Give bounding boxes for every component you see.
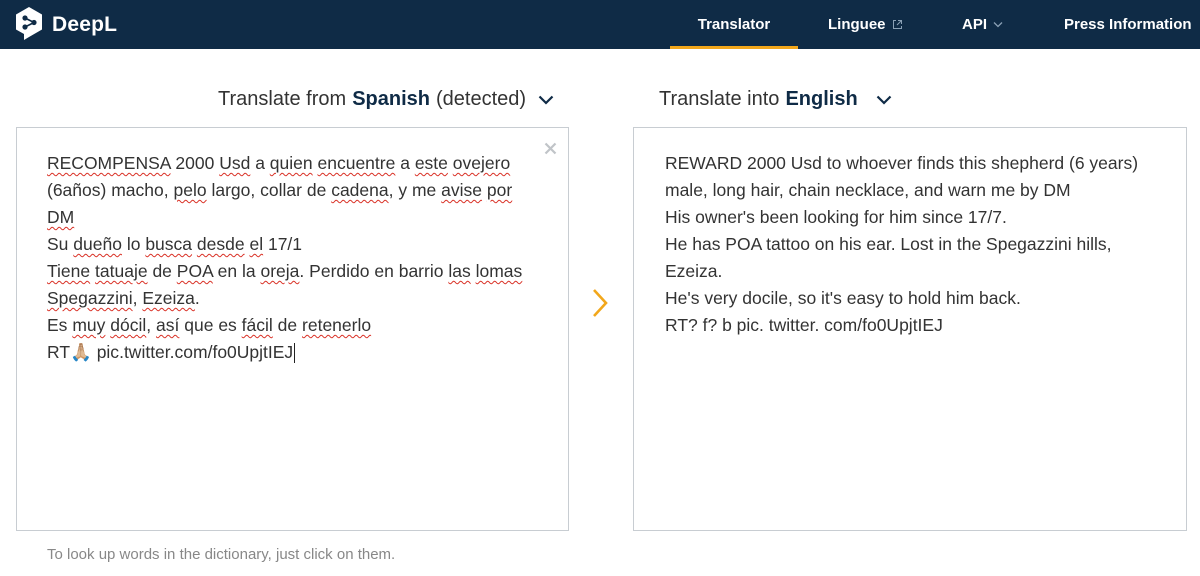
misspelled-word[interactable]: fácil [242,315,273,335]
translation-output[interactable]: REWARD 2000 Usd to whoever finds this sh… [633,127,1187,531]
misspelled-word[interactable]: cadena [331,180,388,200]
nav-linguee[interactable]: Linguee [828,0,903,49]
target-line: He has POA tattoo on his ear. Lost in th… [665,234,1112,254]
misspelled-word[interactable]: Spegazzini [47,288,133,308]
misspelled-word[interactable]: el [249,234,263,254]
source-line: Su dueño lo busca desde el 17/1 [47,234,303,254]
misspelled-word[interactable]: así [156,315,179,335]
target-line: He's very docile, so it's easy to hold h… [665,288,1021,308]
active-tab-indicator [670,46,798,49]
nav-api[interactable]: API [962,0,1003,49]
source-line: DM [47,204,522,231]
source-line: RT🙏🏼 pic.twitter.com/fo0UpjtIEJ [47,342,294,362]
source-detected: (detected) [435,88,527,110]
source-line: RECOMPENSA 2000 Usd a quien encuentre a … [47,153,511,173]
target-line: Ezeiza. [665,261,723,281]
nav-translator-label: Translator [697,16,771,33]
nav-api-label: API [962,16,988,33]
nav-press-label: Press Information [1064,16,1192,33]
source-language: Spanish [352,88,430,110]
chevron-right-icon [593,289,608,317]
misspelled-word[interactable]: avise [441,180,482,200]
misspelled-word[interactable]: DM [47,207,74,227]
nav-translator[interactable]: Translator [670,0,798,49]
misspelled-word[interactable]: Tiene [47,261,90,281]
misspelled-word[interactable]: ovejero [453,153,510,173]
misspelled-word[interactable]: lomas [476,261,523,281]
misspelled-word[interactable]: encuentre [318,153,396,173]
source-prefix: Translate from [218,88,347,110]
deepl-logo[interactable]: DeepL [14,6,117,44]
source-line: Tiene tatuaje de POA en la oreja. Perdid… [47,261,523,281]
clear-text-button[interactable] [540,138,560,158]
translate-direction-arrow [588,286,612,320]
chevron-down-icon [538,95,554,105]
target-line: RT? f? b pic. twitter. com/fo0UpjtIEJ [665,315,943,335]
misspelled-word[interactable]: dócil [110,315,146,335]
misspelled-word[interactable]: tatuaje [95,261,148,281]
source-line: Spegazzini, Ezeiza. [47,288,200,308]
misspelled-word[interactable]: este [415,153,448,173]
target-language: English [785,88,858,110]
target-line: His owner's been looking for him since 1… [665,207,1007,227]
source-line-last: RT🙏🏼 pic.twitter.com/fo0UpjtIEJ [47,339,522,366]
chevron-down-icon [876,95,892,105]
misspelled-word[interactable]: oreja [261,261,300,281]
target-line: REWARD 2000 Usd to whoever finds this sh… [665,153,1139,173]
source-line: Es muy dócil, así que es fácil de retene… [47,315,372,335]
top-navigation-bar: DeepL Translator Linguee API Press Infor… [0,0,1200,49]
misspelled-word[interactable]: RECOMPENSA [47,153,171,173]
text-cursor [294,343,296,364]
source-line: (6años) macho, pelo largo, collar de cad… [47,180,513,200]
misspelled-word[interactable]: POA [177,261,213,281]
logo-text: DeepL [52,13,118,36]
misspelled-word[interactable]: busca [145,234,192,254]
misspelled-word[interactable]: pelo [174,180,207,200]
source-text-input[interactable]: RECOMPENSA 2000 Usd a quien encuentre a … [16,127,569,531]
misspelled-word[interactable]: dueño [73,234,122,254]
misspelled-word[interactable]: quien [270,153,313,173]
misspelled-word[interactable]: Ezeiza [142,288,195,308]
target-prefix: Translate into [659,88,780,110]
misspelled-word[interactable]: retenerlo [302,315,371,335]
misspelled-word[interactable]: muy [72,315,105,335]
misspelled-word[interactable]: desde [197,234,245,254]
source-text[interactable]: RECOMPENSA 2000 Usd a quien encuentre a … [47,150,522,366]
target-language-selector[interactable]: Translate into English [659,88,892,111]
deepl-logo-icon [16,7,42,40]
target-line: male, long hair, chain necklace, and war… [665,180,1071,200]
target-text[interactable]: REWARD 2000 Usd to whoever finds this sh… [665,150,1138,339]
dictionary-hint: To look up words in the dictionary, just… [47,546,396,563]
external-link-icon [892,19,903,30]
misspelled-word[interactable]: por [487,180,512,200]
nav-press-information[interactable]: Press Information [1064,0,1192,49]
misspelled-word[interactable]: las [448,261,470,281]
misspelled-word[interactable]: Usd [219,153,250,173]
close-icon [544,142,556,154]
source-language-selector[interactable]: Translate from Spanish (detected) [218,88,554,111]
nav-linguee-label: Linguee [828,16,886,33]
chevron-down-icon [993,21,1003,28]
